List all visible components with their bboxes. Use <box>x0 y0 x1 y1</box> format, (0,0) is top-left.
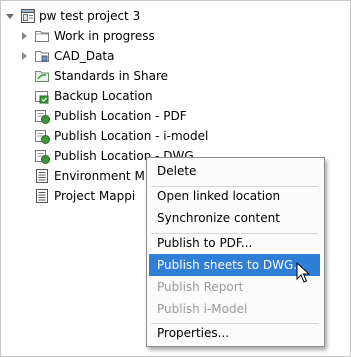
tree-node-label: Project Mappi <box>54 189 136 203</box>
collapse-arrow-icon[interactable] <box>6 14 14 19</box>
table-icon <box>36 189 48 203</box>
menu-item-publish-report: Publish Report <box>157 280 244 294</box>
tree-node-label: pw test project 3 <box>39 9 141 23</box>
context-menu: Delete Open linked location Synchronize … <box>146 157 325 347</box>
folder-icon <box>35 31 49 42</box>
tree-node-publish-location-pdf[interactable]: Publish Location - PDF <box>0 106 300 126</box>
tree-node-backup-location[interactable]: Backup Location <box>0 86 300 106</box>
publish-location-icon <box>35 150 50 164</box>
tree-node-label: Publish Location - PDF <box>54 109 187 123</box>
tree-node-label: Standards in Share <box>54 69 169 83</box>
menu-item-publish-i-model: Publish i-Model <box>157 302 248 316</box>
folder-db-icon <box>35 51 49 62</box>
table-icon <box>36 169 48 183</box>
tree-node-standards-in-share[interactable]: Standards in Share <box>0 66 300 86</box>
menu-item-open-linked-location[interactable]: Open linked location <box>149 185 320 207</box>
tree-node-work-in-progress[interactable]: Work in progress <box>0 26 300 46</box>
publish-location-icon <box>35 110 50 124</box>
tree-node-label: Backup Location <box>54 89 153 103</box>
backup-location-icon <box>35 91 49 104</box>
menu-item-delete[interactable]: Delete <box>149 160 320 182</box>
menu-item-synchronize-content[interactable]: Synchronize content <box>149 207 320 229</box>
tree-node-publish-location-i-model[interactable]: Publish Location - i-model <box>0 126 300 146</box>
menu-item-publish-sheets-to-dwg[interactable]: Publish sheets to DWG... <box>149 254 320 276</box>
tree-node-cad-data[interactable]: CAD_Data <box>0 46 300 66</box>
tree-node-label: Work in progress <box>54 29 155 43</box>
publish-location-icon <box>35 130 50 144</box>
mouse-cursor-icon <box>296 262 310 283</box>
tree-node-label: Environment M <box>54 169 145 183</box>
tree-node-label: Publish Location - i-model <box>54 129 209 143</box>
menu-item-publish-to-pdf[interactable]: Publish to PDF... <box>149 232 320 254</box>
menu-item-properties[interactable]: Properties... <box>149 322 320 344</box>
expand-arrow-icon[interactable] <box>22 32 27 40</box>
tree-node-label: CAD_Data <box>54 49 115 63</box>
expand-arrow-icon[interactable] <box>22 52 27 60</box>
tree-node-root[interactable]: pw test project 3 <box>0 6 300 26</box>
project-icon <box>21 9 35 23</box>
share-folder-icon <box>35 71 49 82</box>
